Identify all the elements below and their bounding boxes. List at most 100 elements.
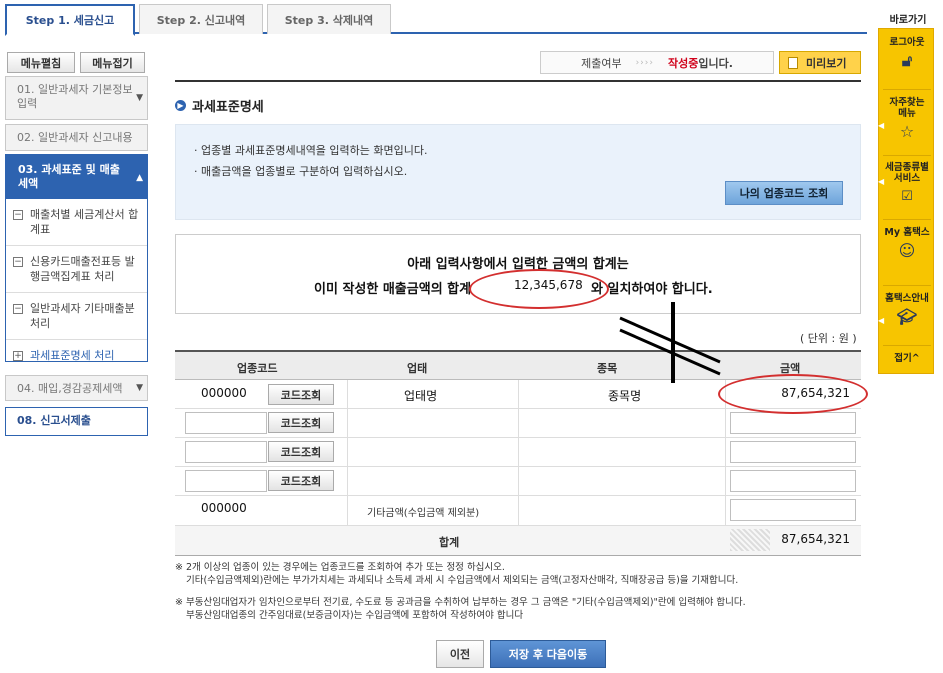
amount-field[interactable] xyxy=(730,470,856,492)
tab-step1[interactable]: Step 1. 세금신고 xyxy=(5,4,135,36)
lock-icon: 🔓︎ xyxy=(901,51,913,70)
other-amount-label: 기타금액(수입금액 제외분) xyxy=(367,508,480,519)
industry-code-field[interactable] xyxy=(185,412,267,434)
other-code-field: 000000 xyxy=(185,498,267,520)
note-1b: 기타(수입금액제외)란에는 부가가치세는 과세되나 소득세 과세 시 수입금액에… xyxy=(186,575,739,586)
item-name: 종목명 xyxy=(608,389,642,403)
annotation-circle xyxy=(469,269,609,309)
annotation-circle xyxy=(718,374,868,414)
note-2a: ※ 부동산임대업자가 임차인으로부터 전기료, 수도료 등 공과금을 수취하여 … xyxy=(175,597,746,608)
notice-line-2: 이미 작성한 매출금액의 합계 xyxy=(314,282,472,297)
menu-item-01-label: 01. 일반과세자 기본정보입력 xyxy=(17,83,133,110)
quick-faq[interactable]: 자주찾는 메뉴 ☆ xyxy=(879,97,935,141)
submenu-tax-invoice[interactable]: − 매출처별 세금계산서 합계표 xyxy=(6,199,147,246)
table-total-row: 합계 87,654,321 xyxy=(175,526,861,556)
code-lookup-button[interactable]: 코드조회 xyxy=(268,412,334,433)
table-row: 코드조회 xyxy=(175,467,861,496)
quick-guide[interactable]: 홈택스안내 🎓︎ xyxy=(879,293,935,326)
divider xyxy=(883,285,931,286)
my-code-lookup-button[interactable]: 나의 업종코드 조회 xyxy=(725,181,843,205)
check-box-icon: ☑ xyxy=(901,189,913,204)
table-row-other: 000000 기타금액(수입금액 제외분) xyxy=(175,496,861,526)
menu-item-08[interactable]: 08. 신고서제출 xyxy=(5,407,148,436)
unit-label: ( 단위 : 원 ) xyxy=(800,332,857,345)
menu-item-03[interactable]: 03. 과세표준 및 매출세액 ▲ xyxy=(6,155,147,199)
status-label: 제출여부 xyxy=(581,56,622,70)
total-amount: 87,654,321 xyxy=(781,532,850,546)
expand-box-icon: + xyxy=(13,351,23,361)
menu-expand-button[interactable]: 메뉴펼침 xyxy=(7,52,75,73)
note-2b: 부동산임대업종의 간주임대료(보증금이자)는 수입금액에 포함하여 작성하여야 … xyxy=(186,610,524,621)
industry-code-field[interactable]: 000000 xyxy=(185,383,265,405)
preview-label: 미리보기 xyxy=(806,56,847,70)
status-suffix: 입니다. xyxy=(698,56,733,70)
submenu-other-sales[interactable]: − 일반과세자 기타매출분 처리 xyxy=(6,293,147,340)
prev-button[interactable]: 이전 xyxy=(436,640,484,668)
tab-step3[interactable]: Step 3. 삭제내역 xyxy=(267,4,391,34)
quick-label: 홈택스안내 xyxy=(885,293,929,304)
save-next-button[interactable]: 저장 후 다음이동 xyxy=(490,640,606,668)
collapse-box-icon: − xyxy=(13,210,23,220)
code-lookup-button[interactable]: 코드조회 xyxy=(268,470,334,491)
tab-step2[interactable]: Step 2. 신고내역 xyxy=(139,4,263,34)
menu-item-02[interactable]: 02. 일반과세자 신고내용 xyxy=(5,124,148,151)
other-amount-field[interactable] xyxy=(730,499,856,521)
menu-item-04[interactable]: 04. 매입,경감공제세액 ▼ xyxy=(5,375,148,401)
status-arrows: ›››› xyxy=(635,57,654,68)
quick-fold-button[interactable]: 접기^ xyxy=(879,353,935,364)
code-lookup-button[interactable]: 코드조회 xyxy=(268,384,334,405)
info-box: · 업종별 과세표준명세내역을 입력하는 화면입니다. · 매출금액을 업종별로… xyxy=(175,124,861,220)
submenu-label: 과세표준명세 처리 xyxy=(30,349,115,362)
quick-label: 로그아웃 xyxy=(889,37,925,48)
submenu-label: 신용카드매출전표등 발행금액집계표 처리 xyxy=(30,255,135,283)
info-line-2: · 매출금액을 업종별로 구분하여 입력하십시오. xyxy=(194,165,408,178)
menu-item-01[interactable]: 01. 일반과세자 기본정보입력 ▼ xyxy=(5,76,148,120)
header-code: 업종코드 xyxy=(237,362,278,375)
table-row: 코드조회 xyxy=(175,409,861,438)
submenu-label: 일반과세자 기타매출분 처리 xyxy=(30,302,135,330)
quick-my-hometax[interactable]: My 홈택스 ☺ xyxy=(879,227,935,260)
graduation-icon: 🎓︎ xyxy=(896,307,918,326)
submenu-tax-base-detail[interactable]: + 과세표준명세 처리 xyxy=(6,340,147,371)
quick-tax-service[interactable]: 세금종류별 서비스 ☑ xyxy=(879,162,935,206)
chevron-down-icon: ▼ xyxy=(136,93,143,103)
chevron-down-icon: ▼ xyxy=(136,383,143,393)
divider xyxy=(883,89,931,90)
business-type: 업태명 xyxy=(404,389,438,403)
not-equal-annotation xyxy=(619,302,721,383)
amount-field[interactable] xyxy=(730,441,856,463)
quick-links-title: 바로가기 xyxy=(889,15,927,26)
submission-status: 제출여부 ›››› 작성중입니다. xyxy=(540,51,774,74)
page-title: 과세표준명세 xyxy=(192,100,264,115)
submenu-credit-card[interactable]: − 신용카드매출전표등 발행금액집계표 처리 xyxy=(6,246,147,293)
submenu-label: 매출처별 세금계산서 합계표 xyxy=(30,208,139,236)
divider xyxy=(883,155,931,156)
industry-code-field[interactable] xyxy=(185,470,267,492)
menu-item-03-expanded: 03. 과세표준 및 매출세액 ▲ − 매출처별 세금계산서 합계표 − 신용카… xyxy=(5,154,148,362)
preview-button[interactable]: 미리보기 xyxy=(779,51,861,74)
table-row: 코드조회 xyxy=(175,438,861,467)
amount-field[interactable] xyxy=(730,412,856,434)
industry-code-field[interactable] xyxy=(185,441,267,463)
collapse-box-icon: − xyxy=(13,257,23,267)
section-heading: ▶ 과세표준명세 xyxy=(175,96,264,115)
chevron-up-icon: ▲ xyxy=(136,173,143,183)
menu-item-04-label: 04. 매입,경감공제세액 xyxy=(17,382,123,395)
notice-line-3: 와 일치하여야 합니다. xyxy=(591,282,713,297)
divider xyxy=(883,219,931,220)
menu-collapse-button[interactable]: 메뉴접기 xyxy=(80,52,145,73)
menu-item-03-label: 03. 과세표준 및 매출세액 xyxy=(18,163,120,190)
step-tabs: Step 1. 세금신고 Step 2. 신고내역 Step 3. 삭제내역 xyxy=(5,4,867,36)
note-1a: ※ 2개 이상의 업종이 있는 경우에는 업종코드를 조회하여 추가 또는 정정… xyxy=(175,562,505,573)
collapse-box-icon: − xyxy=(13,304,23,314)
quick-label: My 홈택스 xyxy=(884,227,930,238)
divider xyxy=(175,80,861,82)
quick-label: 세금종류별 서비스 xyxy=(885,162,929,184)
user-icon: ☺ xyxy=(898,241,916,260)
quick-logout[interactable]: 로그아웃 🔓︎ xyxy=(879,37,935,70)
quick-label: 자주찾는 메뉴 xyxy=(889,97,925,119)
info-line-1: · 업종별 과세표준명세내역을 입력하는 화면입니다. xyxy=(194,144,428,157)
quick-links-bar: 로그아웃 🔓︎ ◀ 자주찾는 메뉴 ☆ ◀ 세금종류별 서비스 ☑ My 홈택스… xyxy=(878,28,934,374)
code-lookup-button[interactable]: 코드조회 xyxy=(268,441,334,462)
star-icon: ☆ xyxy=(899,122,915,141)
